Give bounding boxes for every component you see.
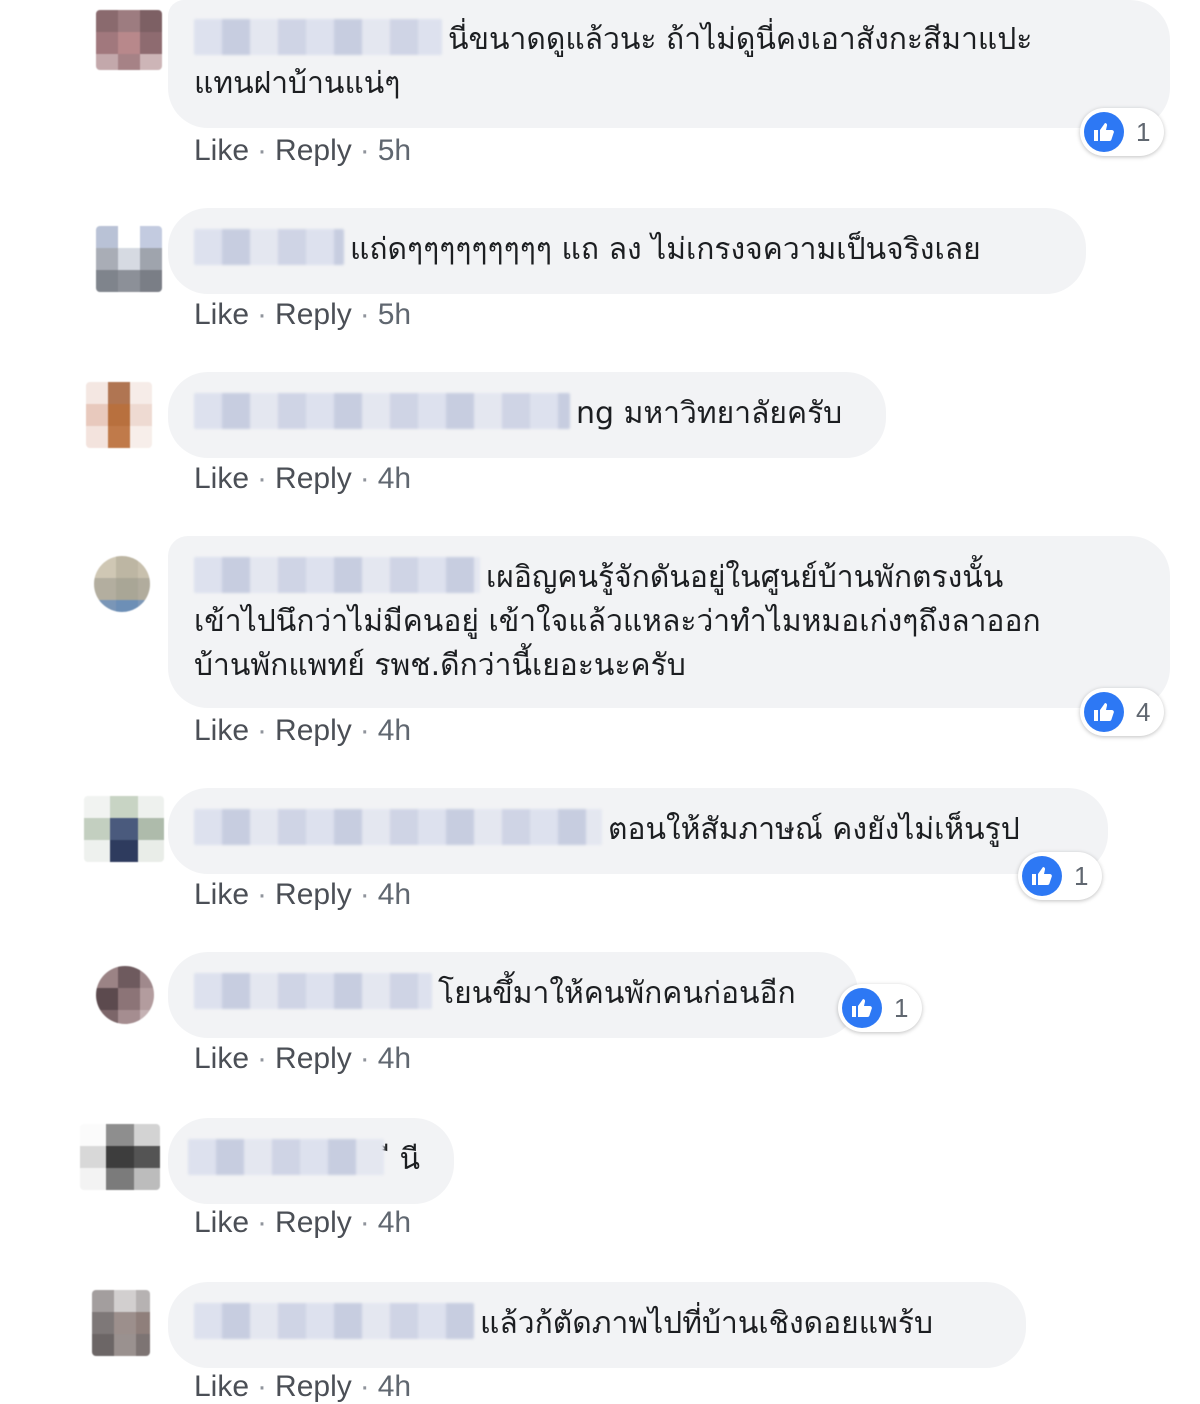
separator: · [257, 878, 268, 911]
reply-link[interactable]: Reply [275, 1370, 352, 1403]
thumbs-up-icon [1084, 692, 1124, 732]
redacted-author-name[interactable] [194, 393, 570, 429]
redacted-author-name[interactable] [188, 1139, 384, 1175]
reaction-count[interactable]: 4 [1080, 688, 1165, 736]
redacted-author-name[interactable] [194, 557, 480, 593]
avatar[interactable] [84, 796, 164, 862]
comment-actions: Like · Reply · 4h [194, 462, 411, 496]
like-link[interactable]: Like [194, 878, 249, 911]
avatar[interactable] [92, 1290, 150, 1356]
separator: · [359, 298, 370, 331]
comment-actions: Like · Reply · 4h [194, 714, 411, 748]
separator: · [359, 462, 370, 495]
avatar[interactable] [94, 556, 150, 612]
avatar[interactable] [96, 226, 162, 292]
like-link[interactable]: Like [194, 462, 249, 495]
like-link[interactable]: Like [194, 1370, 249, 1403]
comment-actions: Like · Reply · 5h [194, 134, 411, 168]
separator: · [359, 134, 370, 167]
separator: · [257, 714, 268, 747]
comment-actions: Like · Reply · 4h [194, 1370, 411, 1404]
separator: · [257, 298, 268, 331]
timestamp[interactable]: 4h [378, 714, 411, 747]
timestamp[interactable]: 4h [378, 1206, 411, 1239]
like-link[interactable]: Like [194, 1042, 249, 1075]
like-link[interactable]: Like [194, 714, 249, 747]
comment-bubble: ตอนให้สัมภาษณ์ คงยังไม่เห็นรูป [168, 788, 1108, 874]
reaction-count-value: 1 [1136, 116, 1151, 147]
comment-bubble: นี่ขนาดดูแล้วนะ ถ้าไม่ดูนี่คงเอาสังกะสีม… [168, 0, 1170, 128]
timestamp[interactable]: 4h [378, 1042, 411, 1075]
redacted-author-name[interactable] [194, 1303, 474, 1339]
comment-text-line: นี่ขนาดดูแล้วนะ ถ้าไม่ดูนี่คงเอาสังกะสีม… [448, 22, 1033, 57]
redacted-author-name[interactable] [194, 229, 344, 265]
avatar[interactable] [80, 1124, 160, 1190]
reply-link[interactable]: Reply [275, 1042, 352, 1075]
avatar[interactable] [86, 382, 152, 448]
timestamp[interactable]: 4h [378, 462, 411, 495]
thumbs-up-icon [842, 988, 882, 1028]
timestamp[interactable]: 4h [378, 1370, 411, 1403]
comment-actions: Like · Reply · 5h [194, 298, 411, 332]
reaction-count-value: 1 [894, 992, 909, 1023]
separator: · [359, 714, 370, 747]
like-link[interactable]: Like [194, 1206, 249, 1239]
comment-text-line: แทนฝาบ้านแน่ๆ [194, 66, 401, 101]
redacted-author-name[interactable] [194, 973, 432, 1009]
comment-actions: Like · Reply · 4h [194, 1042, 411, 1076]
separator: · [359, 1042, 370, 1075]
comment-text-line: บ้านพักแพทย์ รพช.ดีกว่านี้เยอะนะครับ [194, 648, 686, 683]
reply-link[interactable]: Reply [275, 1206, 352, 1239]
separator: · [257, 1206, 268, 1239]
reply-link[interactable]: Reply [275, 134, 352, 167]
comment-text-line: แล้วก้ตัดภาพไปที่บ้านเชิงดอยแพร้บ [480, 1306, 934, 1341]
reaction-count[interactable]: 1 [1018, 852, 1103, 900]
thumbs-up-icon [1084, 112, 1124, 152]
redacted-author-name[interactable] [194, 809, 602, 845]
comment-bubble: ี นี [168, 1118, 454, 1204]
like-link[interactable]: Like [194, 298, 249, 331]
separator: · [257, 462, 268, 495]
timestamp[interactable]: 5h [378, 298, 411, 331]
comment-bubble: แถ่ดๆๆๆๆๆๆๆๆๆ แถ ลง ไม่เกรงจความเป็นจริง… [168, 208, 1086, 294]
reaction-count[interactable]: 1 [838, 984, 923, 1032]
separator: · [359, 1370, 370, 1403]
reply-link[interactable]: Reply [275, 714, 352, 747]
reply-link[interactable]: Reply [275, 462, 352, 495]
avatar[interactable] [96, 966, 154, 1024]
thumbs-up-icon [1022, 856, 1062, 896]
comment-bubble: แล้วก้ตัดภาพไปที่บ้านเชิงดอยแพร้บ [168, 1282, 1026, 1368]
comment-text-line: โยนขึ้มาให้คนพักคนก่อนอีก [438, 976, 796, 1011]
comment-text-line: ี นี [390, 1142, 421, 1177]
comment-actions: Like · Reply · 4h [194, 1206, 411, 1240]
timestamp[interactable]: 5h [378, 134, 411, 167]
reply-link[interactable]: Reply [275, 298, 352, 331]
comment-text-line: แถ่ดๆๆๆๆๆๆๆๆๆ แถ ลง ไม่เกรงจความเป็นจริง… [350, 232, 981, 267]
reply-link[interactable]: Reply [275, 878, 352, 911]
separator: · [257, 134, 268, 167]
reaction-count-value: 4 [1136, 696, 1151, 727]
separator: · [257, 1370, 268, 1403]
like-link[interactable]: Like [194, 134, 249, 167]
separator: · [359, 1206, 370, 1239]
separator: · [359, 878, 370, 911]
comment-bubble: ng มหาวิทยาลัยครับ [168, 372, 886, 458]
comment-text-line: ตอนให้สัมภาษณ์ คงยังไม่เห็นรูป [608, 812, 1020, 847]
comment-bubble: โยนขึ้มาให้คนพักคนก่อนอีก [168, 952, 858, 1038]
comment-bubble: เผอิญคนรู้จักดันอยู่ในศูนย์บ้านพักตรงนั้… [168, 536, 1170, 708]
redacted-author-name[interactable] [194, 19, 442, 55]
reaction-count-value: 1 [1074, 860, 1089, 891]
reaction-count[interactable]: 1 [1080, 108, 1165, 156]
avatar[interactable] [96, 10, 162, 70]
comment-text-line: เข้าไปนึกว่าไม่มีคนอยู่ เข้าใจแล้วแหละว่… [194, 604, 1041, 639]
timestamp[interactable]: 4h [378, 878, 411, 911]
comment-text-line: เผอิญคนรู้จักดันอยู่ในศูนย์บ้านพักตรงนั้… [486, 560, 1004, 595]
comment-actions: Like · Reply · 4h [194, 878, 411, 912]
comment-text-line: ng มหาวิทยาลัยครับ [576, 396, 843, 431]
separator: · [257, 1042, 268, 1075]
